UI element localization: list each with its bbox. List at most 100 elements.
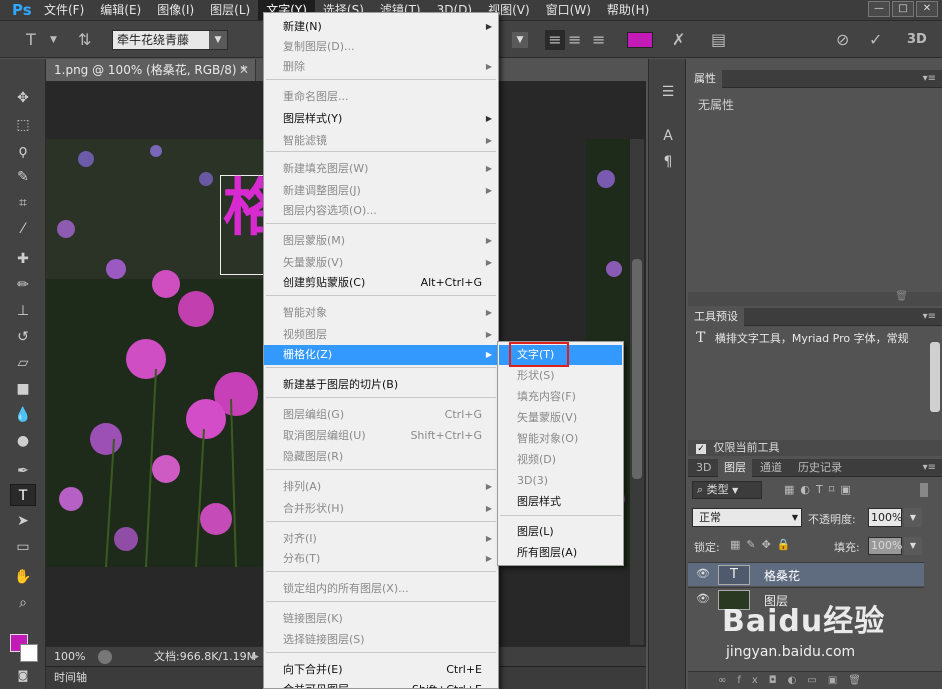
chevron-down-icon[interactable]: ▼ — [50, 21, 57, 59]
layer-menu-item[interactable]: 视频图层 ▶ — [264, 325, 498, 345]
layer-menu-item[interactable]: 隐藏图层(R) — [264, 447, 498, 467]
tab-properties[interactable]: 属性 — [688, 70, 722, 88]
type-tool-preset-icon[interactable]: T — [26, 21, 36, 59]
layer-menu-item[interactable]: 智能滤镜 ▶ — [264, 131, 498, 151]
layer-menu-item[interactable]: 向下合并(E) Ctrl+E — [264, 660, 498, 680]
layer-menu-item[interactable]: 新建填充图层(W) ▶ — [264, 159, 498, 179]
menu-help[interactable]: 帮助(H) — [599, 0, 657, 20]
trash-icon[interactable]: 🗑 — [895, 291, 908, 302]
crop-tool-icon[interactable]: ⌗ — [10, 192, 36, 214]
marquee-tool-icon[interactable]: ⬚ — [10, 114, 36, 136]
tab-tool-presets[interactable]: 工具预设 — [688, 308, 744, 326]
layer-menu-item[interactable]: 锁定组内的所有图层(X)... — [264, 579, 498, 599]
history-brush-tool-icon[interactable]: ↺ — [10, 326, 36, 348]
layer-menu-item[interactable]: 合并形状(H) ▶ — [264, 499, 498, 519]
rasterize-menu-item[interactable]: 矢量蒙版(V) — [499, 408, 622, 428]
layer-filter-select[interactable]: ⌕ 类型 ▼ — [692, 481, 762, 499]
rasterize-menu-item[interactable]: 填充内容(F) — [499, 387, 622, 407]
fill-input[interactable]: 100% — [868, 537, 902, 555]
clone-stamp-tool-icon[interactable]: ⊥ — [10, 300, 36, 322]
layer-menu-item[interactable]: 栅格化(Z) ▶ — [264, 345, 498, 365]
layer-menu-item[interactable]: 取消图层编组(U) Shift+Ctrl+G — [264, 426, 498, 446]
tab-channels[interactable]: 通道 — [754, 459, 788, 477]
layer-menu-item[interactable]: 新建(N) ▶ — [264, 17, 498, 37]
cancel-icon[interactable]: ⊘ — [836, 21, 849, 59]
dodge-tool-icon[interactable]: ● — [10, 430, 36, 452]
status-icon[interactable] — [98, 650, 112, 664]
lock-icons[interactable]: ▦✎✥🔒 — [730, 538, 797, 551]
align-left-icon[interactable]: ≡ — [545, 30, 565, 50]
filter-toggle[interactable] — [920, 483, 928, 497]
canvas-text-layer[interactable]: 格 — [223, 168, 263, 248]
toggle-orientation-icon[interactable]: ⇅ — [78, 21, 91, 59]
path-select-tool-icon[interactable]: ➤ — [10, 510, 36, 532]
layer-row[interactable]: 👁 T 格桑花 — [688, 562, 924, 586]
rectangle-tool-icon[interactable]: ▭ — [10, 536, 36, 558]
healing-brush-tool-icon[interactable]: ✚ — [10, 248, 36, 270]
warp-text-icon[interactable]: ✗ — [672, 21, 685, 59]
layer-menu-item[interactable]: 分布(T) ▶ — [264, 549, 498, 569]
visibility-eye-icon[interactable]: 👁 — [696, 592, 710, 605]
layer-menu-item[interactable]: 删除 ▶ — [264, 57, 498, 77]
size-dropdown-caret[interactable]: ▼ — [512, 32, 528, 48]
layer-menu-item[interactable]: 图层样式(Y) ▶ — [264, 109, 498, 129]
blur-tool-icon[interactable]: 💧 — [10, 404, 36, 426]
panel-menu-icon[interactable]: ▾≡ — [923, 308, 936, 326]
lasso-tool-icon[interactable]: ϙ — [10, 140, 36, 162]
tab-3d[interactable]: 3D — [690, 459, 717, 477]
menu-layer[interactable]: 图层(L) — [202, 0, 258, 20]
move-tool-icon[interactable]: ✥ — [10, 87, 36, 109]
rasterize-menu-item[interactable]: 所有图层(A) — [499, 543, 622, 563]
quick-select-tool-icon[interactable]: ✎ — [10, 166, 36, 188]
layer-menu-item[interactable]: 图层内容选项(O)... — [264, 201, 498, 221]
hand-tool-icon[interactable]: ✋ — [10, 566, 36, 588]
chevron-down-icon[interactable]: ▼ — [904, 537, 922, 555]
zoom-level[interactable]: 100% — [54, 647, 85, 667]
gradient-tool-icon[interactable]: ■ — [10, 378, 36, 400]
layer-menu-item[interactable]: 图层编组(G) Ctrl+G — [264, 405, 498, 425]
layer-name[interactable]: 格桑花 — [764, 567, 800, 584]
eraser-tool-icon[interactable]: ▱ — [10, 352, 36, 374]
chevron-down-icon[interactable]: ▼ — [904, 508, 922, 527]
tool-preset-row[interactable]: T 横排文字工具，Myriad Pro 字体，常规 — [688, 327, 942, 349]
history-panel-icon[interactable]: ☰ — [657, 81, 679, 103]
menu-file[interactable]: 文件(F) — [36, 0, 92, 20]
tab-layers[interactable]: 图层 — [718, 459, 752, 477]
layer-menu-item[interactable]: 链接图层(K) — [264, 609, 498, 629]
menu-image[interactable]: 图像(I) — [149, 0, 202, 20]
visibility-eye-icon[interactable]: 👁 — [696, 567, 710, 580]
rasterize-menu-item[interactable]: 智能对象(O) — [499, 429, 622, 449]
character-panel-icon[interactable]: ▤ — [711, 21, 726, 59]
panel-menu-icon[interactable]: ▾≡ — [923, 70, 936, 88]
background-color-swatch[interactable] — [20, 644, 38, 662]
vertical-scrollbar[interactable] — [630, 139, 644, 645]
layers-footer-icons[interactable]: ∞fx◘◐▭▣🗑 — [688, 671, 942, 689]
zoom-tool-icon[interactable]: ⌕ — [10, 592, 36, 614]
character-panel-icon[interactable]: A — [657, 125, 679, 147]
layer-menu-item[interactable]: 智能对象 ▶ — [264, 303, 498, 323]
minimize-button[interactable]: — — [868, 1, 890, 17]
font-family-select[interactable]: 牵牛花绕青藤 ▼ — [112, 30, 228, 50]
maximize-button[interactable]: □ — [892, 1, 914, 17]
rasterize-menu-item[interactable]: 图层(L) — [499, 522, 622, 542]
quick-mask-icon[interactable]: ◙ — [10, 665, 36, 687]
opacity-input[interactable]: 100% — [868, 508, 902, 527]
blend-mode-select[interactable]: 正常 ▼ — [692, 508, 802, 527]
close-button[interactable]: ✕ — [916, 1, 938, 17]
layer-menu-item[interactable]: 新建基于图层的切片(B) — [264, 375, 498, 395]
layer-menu-item[interactable]: 创建剪贴蒙版(C) Alt+Ctrl+G — [264, 273, 498, 293]
paragraph-panel-icon[interactable]: ¶ — [657, 151, 679, 173]
eyedropper-tool-icon[interactable]: ⁄ — [10, 218, 36, 240]
rasterize-menu-item[interactable]: 图层样式 — [499, 492, 622, 512]
chevron-right-icon[interactable]: ▶ — [252, 647, 259, 667]
layer-menu-item[interactable]: 新建调整图层(J) ▶ — [264, 181, 498, 201]
3d-mode-icon[interactable]: 3D — [907, 21, 927, 59]
layer-menu-item[interactable]: 排列(A) ▶ — [264, 477, 498, 497]
layer-menu-item[interactable]: 矢量蒙版(V) ▶ — [264, 253, 498, 273]
rasterize-menu-item[interactable]: 形状(S) — [499, 366, 622, 386]
type-tool-icon[interactable]: T — [10, 484, 36, 506]
align-center-icon[interactable]: ≡ — [568, 21, 581, 59]
document-tab[interactable]: 1.png @ 100% (格桑花, RGB/8) * ✕ — [46, 59, 256, 81]
layer-filter-icons[interactable]: ▦◐T⌑▣ — [784, 483, 857, 496]
scrollbar-thumb[interactable] — [632, 259, 642, 479]
